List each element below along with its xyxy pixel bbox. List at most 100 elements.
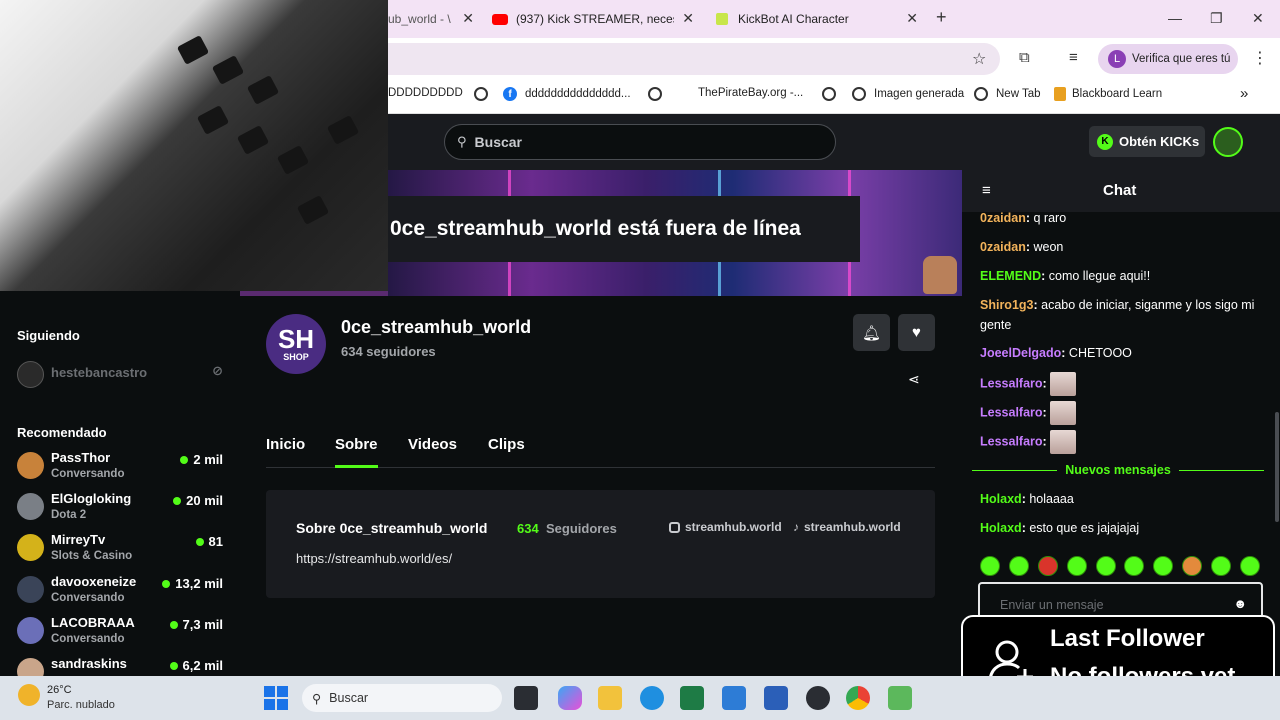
close-window-icon[interactable]: ✕ xyxy=(1252,10,1264,27)
extensions-icon[interactable]: ⧉ xyxy=(1019,49,1030,66)
divider xyxy=(240,291,388,296)
emote-bar xyxy=(980,556,1260,578)
bookmark-item[interactable]: ThePirateBay.org -... xyxy=(698,87,803,99)
chat-emote-image xyxy=(1050,430,1077,454)
search-input[interactable]: ⚲ Buscar xyxy=(444,124,836,160)
get-kicks-button[interactable]: K Obtén KICKs xyxy=(1089,126,1205,157)
tab-videos[interactable]: Videos xyxy=(408,436,457,453)
sidebar-item-recommended[interactable]: LACOBRAAA Conversando 7,3 mil xyxy=(17,615,227,655)
emote-icon[interactable] xyxy=(1066,556,1087,576)
share-icon[interactable]: ⋖ xyxy=(908,371,920,388)
collapse-chat-icon[interactable]: ≡ xyxy=(982,182,991,199)
verify-profile-button[interactable]: L Verifica que eres tú xyxy=(1098,44,1238,74)
bookmark-item[interactable]: Blackboard Learn xyxy=(1054,87,1162,101)
notification-button[interactable]: 🔔︎ xyxy=(853,314,890,351)
tab-inicio[interactable]: Inicio xyxy=(266,436,305,453)
tiktok-icon: ♪ xyxy=(793,520,799,534)
store-icon[interactable] xyxy=(722,686,746,710)
avatar xyxy=(17,493,44,520)
channel-avatar[interactable]: SH SHOP xyxy=(266,314,326,374)
browser-tab-kickbot[interactable]: KickBot AI Character ✕ xyxy=(708,5,924,33)
emote-icon[interactable] xyxy=(1211,556,1231,576)
chat-input-placeholder: Enviar un mensaje xyxy=(1000,598,1104,612)
app-icon[interactable] xyxy=(888,686,912,710)
emote-icon[interactable] xyxy=(1153,556,1174,576)
chat-username[interactable]: Lessalfaro xyxy=(980,376,1043,390)
following-title: Siguiendo xyxy=(17,328,80,343)
instagram-link[interactable]: streamhub.world xyxy=(669,520,782,534)
viewer-count: 2 mil xyxy=(180,452,223,467)
search-icon: ⚲ xyxy=(457,134,467,149)
sidebar-item-recommended[interactable]: ElGlogloking Dota 2 20 mil xyxy=(17,491,227,531)
chat-username[interactable]: Holaxd xyxy=(980,521,1022,535)
copilot-icon[interactable] xyxy=(558,686,582,710)
media-control-icon[interactable]: ≡ xyxy=(1069,49,1078,66)
kicks-icon: K xyxy=(1097,133,1113,150)
excel-icon[interactable] xyxy=(680,686,704,710)
about-link[interactable]: https://streamhub.world/es/ xyxy=(296,551,452,566)
weather-icon[interactable] xyxy=(18,684,40,706)
channel-name: hestebancastro xyxy=(51,365,148,380)
bookmark-item[interactable]: f ddddddddddddddd... xyxy=(503,87,631,101)
channel-name: MirreyTv xyxy=(51,532,106,547)
close-tab-icon[interactable]: ✕ xyxy=(682,10,694,27)
chat-username[interactable]: Lessalfaro xyxy=(980,405,1043,419)
close-tab-icon[interactable]: ✕ xyxy=(462,10,474,27)
chat-message: Lessalfaro: xyxy=(980,430,1260,454)
file-explorer-icon[interactable] xyxy=(598,686,622,710)
chat-username[interactable]: 0zaidan xyxy=(980,211,1026,225)
tiktok-link[interactable]: ♪ streamhub.world xyxy=(793,520,901,534)
kickbot-icon xyxy=(716,13,728,25)
bookmark-item[interactable]: Imagen generada xyxy=(852,87,964,101)
emote-icon[interactable] xyxy=(1095,556,1116,576)
sidebar-item-recommended[interactable]: MirreyTv Slots & Casino 81 xyxy=(17,532,227,572)
browser-tab-youtube[interactable]: (937) Kick STREAMER, necesitas ✕ xyxy=(484,5,700,33)
chat-username[interactable]: ELEMEND xyxy=(980,269,1041,283)
chat-scrollbar[interactable] xyxy=(1275,412,1279,522)
taskbar-search[interactable]: ⚲ Buscar xyxy=(302,684,502,712)
follow-button[interactable]: ♥ xyxy=(898,314,935,351)
edge-icon[interactable] xyxy=(640,686,664,710)
sidebar-item-recommended[interactable]: davooxeneize Conversando 13,2 mil xyxy=(17,574,227,614)
browser-menu-icon[interactable]: ⋮ xyxy=(1252,48,1268,68)
chat-message: Holaxd: esto que es jajajajaj xyxy=(980,521,1140,535)
emote-icon[interactable] xyxy=(1124,556,1145,576)
chrome-icon[interactable] xyxy=(846,686,870,710)
address-bar[interactable] xyxy=(320,43,1000,75)
chat-username[interactable]: 0zaidan xyxy=(980,240,1026,254)
emoji-icon[interactable]: ☻ xyxy=(1233,596,1247,611)
sidebar-item-recommended[interactable]: PassThor Conversando 2 mil xyxy=(17,450,227,490)
channel-category: Conversando xyxy=(51,633,125,645)
chat-username[interactable]: Holaxd xyxy=(980,492,1022,506)
sidebar-item-following[interactable]: hestebancastro ⊘ xyxy=(17,361,227,399)
channel-category: Conversando xyxy=(51,592,125,604)
obs-icon[interactable] xyxy=(806,686,830,710)
restore-icon[interactable]: ❐ xyxy=(1210,10,1223,27)
chat-username[interactable]: Shiro1g3 xyxy=(980,298,1034,312)
chat-username[interactable]: JoeelDelgado xyxy=(980,346,1061,360)
emote-icon[interactable] xyxy=(980,556,1000,576)
active-tab-indicator xyxy=(335,465,378,468)
browser-tab-active[interactable]: ub_world - \ ✕ xyxy=(388,5,480,33)
emote-icon[interactable] xyxy=(1008,556,1029,576)
minimize-icon[interactable]: — xyxy=(1168,10,1182,26)
follower-widget-title: Last Follower xyxy=(1050,625,1205,652)
start-icon[interactable] xyxy=(264,686,288,710)
tab-clips[interactable]: Clips xyxy=(488,436,525,453)
avatar xyxy=(17,617,44,644)
bookmark-item[interactable]: New Tab xyxy=(974,87,1041,101)
emote-icon[interactable] xyxy=(1037,556,1058,576)
emote-icon[interactable] xyxy=(1182,556,1203,576)
more-bookmarks-icon[interactable]: » xyxy=(1240,85,1248,102)
close-tab-icon[interactable]: ✕ xyxy=(906,10,918,27)
task-view-icon[interactable] xyxy=(514,686,538,710)
live-dot-icon xyxy=(180,455,189,464)
tab-sobre[interactable]: Sobre xyxy=(335,436,378,453)
bookmark-item[interactable]: DDDDDDDDD xyxy=(388,87,463,99)
word-icon[interactable] xyxy=(764,686,788,710)
user-avatar[interactable] xyxy=(1213,127,1243,157)
new-tab-button[interactable]: + xyxy=(936,7,947,28)
star-icon[interactable]: ☆ xyxy=(972,49,986,69)
chat-username[interactable]: Lessalfaro xyxy=(980,434,1043,448)
emote-icon[interactable] xyxy=(1239,556,1260,576)
